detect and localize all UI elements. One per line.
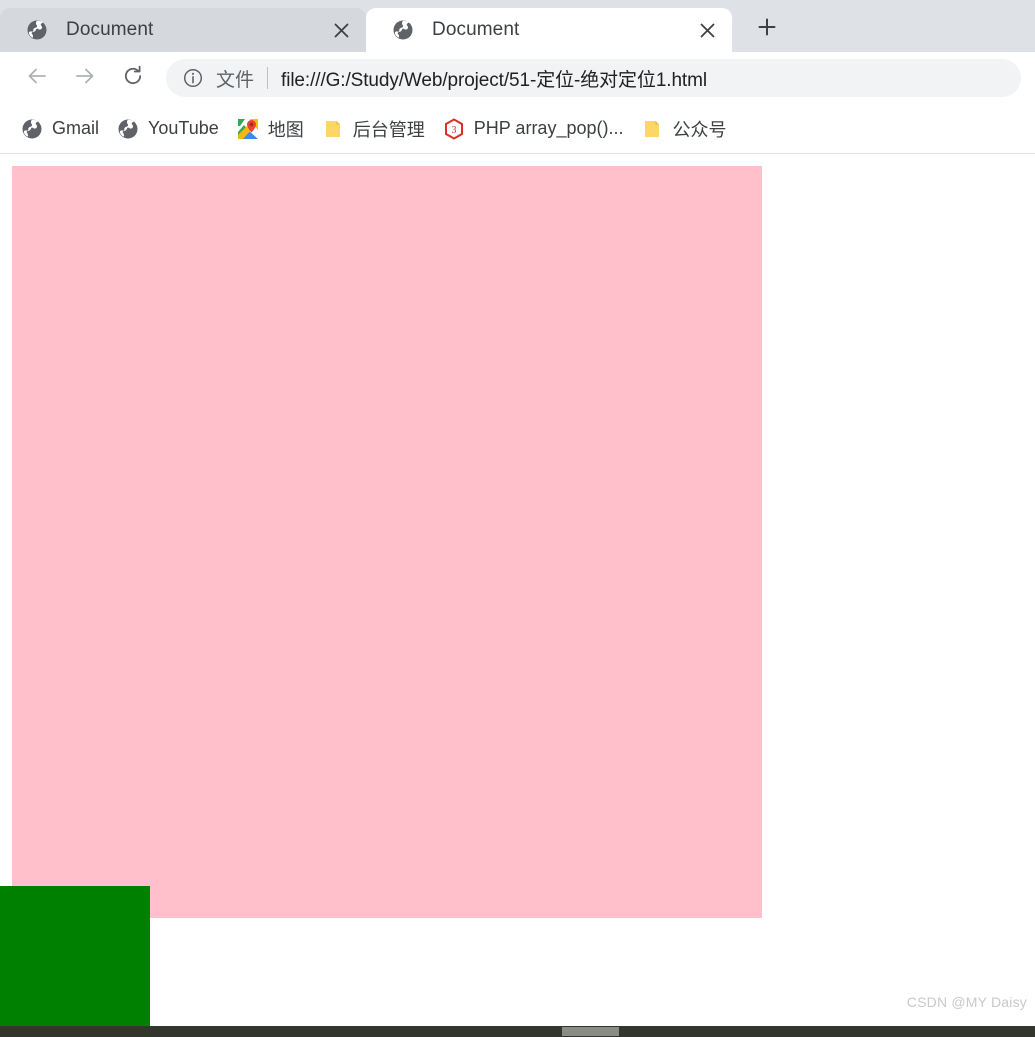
bookmark-label: 公众号 [672, 119, 727, 140]
bookmark-folder-admin[interactable]: 后台管理 [313, 112, 434, 146]
reload-icon [122, 65, 144, 92]
back-button[interactable] [18, 59, 56, 97]
navigation-toolbar: 文件 file:///G:/Study/Web/project/51-定位-绝对… [0, 52, 1035, 104]
bookmarks-bar: Gmail YouTube 地图 后台管理 3 PHP array_pop().… [0, 104, 1035, 154]
tab-strip: Document Document [0, 0, 1035, 52]
google-maps-icon [237, 118, 259, 140]
arrow-left-icon [26, 65, 48, 92]
scrollbar-thumb[interactable] [562, 1027, 619, 1036]
folder-icon [322, 118, 344, 140]
forward-button[interactable] [66, 59, 104, 97]
tab-document-1[interactable]: Document [0, 8, 366, 52]
globe-icon [26, 19, 48, 41]
bookmark-gmail[interactable]: Gmail [12, 112, 108, 146]
horizontal-scrollbar[interactable] [0, 1026, 1035, 1037]
omnibox-separator [267, 67, 269, 89]
svg-text:3: 3 [451, 125, 456, 136]
w3school-hexagon-icon: 3 [443, 117, 465, 140]
new-tab-button[interactable] [746, 8, 788, 50]
plus-icon [758, 18, 776, 41]
bookmark-label: 地图 [267, 119, 304, 140]
csdn-watermark: CSDN @MY Daisy [906, 994, 1027, 1010]
bookmark-label: YouTube [148, 118, 219, 138]
close-icon[interactable] [328, 17, 354, 43]
close-icon[interactable] [694, 17, 720, 43]
globe-icon [392, 19, 414, 41]
browser-window: Document Document 文件 file:///G:/Study/We… [0, 0, 1035, 1037]
father-box [12, 166, 762, 918]
son-box [0, 886, 150, 1026]
tab-title: Document [66, 19, 154, 40]
reload-button[interactable] [114, 59, 152, 97]
page-viewport: CSDN @MY Daisy [0, 154, 1035, 1026]
bookmark-label: Gmail [52, 118, 100, 138]
tab-title: Document [432, 19, 520, 40]
info-circle-icon[interactable] [182, 67, 204, 89]
bookmark-youtube[interactable]: YouTube [108, 112, 228, 146]
globe-icon [21, 118, 43, 140]
url-text[interactable]: file:///G:/Study/Web/project/51-定位-绝对定位1… [281, 65, 707, 92]
folder-icon [641, 118, 663, 140]
tab-document-2[interactable]: Document [366, 8, 732, 52]
bookmark-label: 后台管理 [352, 119, 425, 140]
arrow-right-icon [74, 65, 96, 92]
scheme-label: 文件 [216, 69, 255, 91]
globe-icon [117, 118, 139, 140]
address-bar[interactable]: 文件 file:///G:/Study/Web/project/51-定位-绝对… [166, 59, 1021, 97]
bookmark-folder-wechat[interactable]: 公众号 [632, 112, 735, 146]
bookmark-maps[interactable]: 地图 [228, 112, 313, 146]
bookmark-php-array-pop[interactable]: 3 PHP array_pop()... [434, 112, 633, 146]
bookmark-label: PHP array_pop()... [473, 118, 624, 138]
